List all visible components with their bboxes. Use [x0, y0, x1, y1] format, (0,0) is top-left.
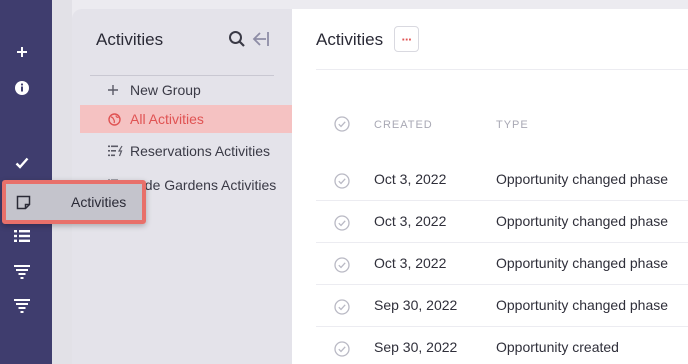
table-row[interactable]: Sep 30, 2022 Opportunity created — [316, 327, 688, 364]
tooltip-label: Activities — [71, 194, 127, 210]
activity-type: Opportunity created — [496, 339, 619, 355]
sidebar-item-label: New Group — [130, 82, 201, 98]
column-header-type[interactable]: TYPE — [496, 119, 529, 131]
collapse-sidebar-icon[interactable] — [248, 30, 270, 48]
filter-icon[interactable] — [0, 292, 44, 320]
note-icon — [14, 193, 32, 211]
page-title: Activities — [316, 30, 384, 49]
sidebar-item-label: All Activities — [130, 111, 204, 127]
activity-type: Opportunity changed phase — [496, 255, 669, 271]
sidebar-item-all-activities[interactable]: All Activities — [80, 105, 292, 133]
created-date: Sep 30, 2022 — [374, 339, 458, 355]
highlighted-nav-item[interactable]: Activities — [2, 180, 146, 224]
table-row[interactable]: Oct 3, 2022 Opportunity changed phase — [316, 159, 688, 201]
activity-type: Opportunity changed phase — [496, 171, 669, 187]
sidebar-title: Activities — [96, 30, 164, 49]
select-all-checkbox[interactable] — [334, 116, 350, 137]
check-icon[interactable] — [0, 149, 44, 177]
tooltip: Activities — [6, 184, 142, 220]
divider — [316, 69, 688, 70]
created-date: Oct 3, 2022 — [374, 171, 447, 187]
sidebar-item-label: Jade Gardens Activities — [130, 177, 277, 193]
created-date: Oct 3, 2022 — [374, 213, 447, 229]
row-checkbox[interactable] — [334, 341, 350, 362]
created-date: Oct 3, 2022 — [374, 255, 447, 271]
sidebar-item-reservations-activities[interactable]: Reservations Activities — [80, 137, 292, 165]
search-icon[interactable] — [228, 30, 246, 48]
more-options-button[interactable]: ··· — [394, 26, 419, 52]
sidebar-item-new-group[interactable]: New Group — [80, 76, 292, 104]
info-icon[interactable] — [0, 74, 44, 102]
list-icon[interactable] — [0, 222, 44, 250]
table-row[interactable]: Sep 30, 2022 Opportunity changed phase — [316, 285, 688, 327]
sidebar-item-label: Reservations Activities — [130, 143, 271, 159]
activity-type: Opportunity changed phase — [496, 297, 669, 313]
row-checkbox[interactable] — [334, 215, 350, 236]
plus-icon — [108, 85, 130, 95]
table-row[interactable]: Oct 3, 2022 Opportunity changed phase — [316, 201, 688, 243]
activities-main: Activities ··· CREATED TYPE Oct 3, 2022 … — [292, 9, 688, 364]
row-checkbox[interactable] — [334, 173, 350, 194]
row-checkbox[interactable] — [334, 257, 350, 278]
column-header-created[interactable]: CREATED — [374, 119, 433, 131]
plus-icon[interactable] — [0, 38, 44, 66]
row-checkbox[interactable] — [334, 299, 350, 320]
filter-icon[interactable] — [0, 258, 44, 286]
list-bolt-icon — [108, 145, 130, 157]
globe-icon — [108, 112, 130, 126]
created-date: Sep 30, 2022 — [374, 297, 458, 313]
activity-type: Opportunity changed phase — [496, 213, 669, 229]
table-row[interactable]: Oct 3, 2022 Opportunity changed phase — [316, 243, 688, 285]
